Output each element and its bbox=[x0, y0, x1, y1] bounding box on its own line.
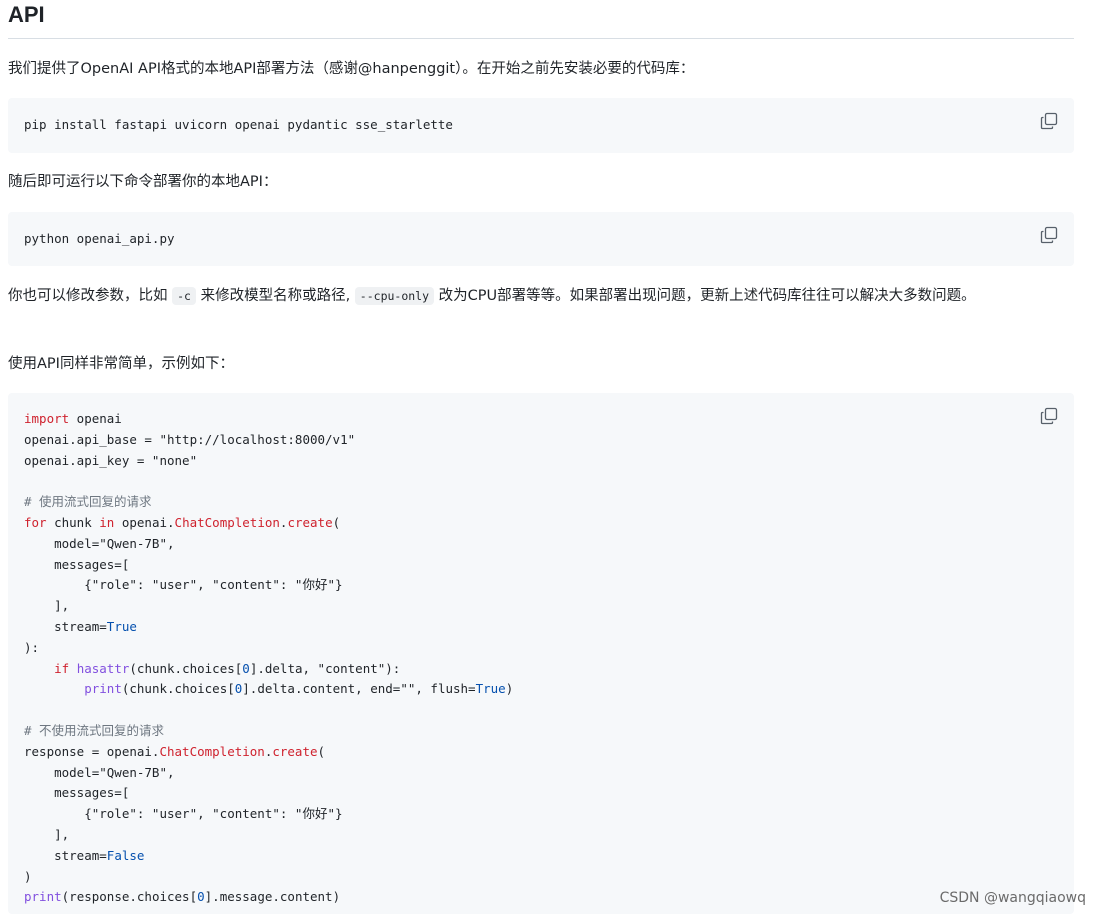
install-code-block: pip install fastapi uvicorn openai pydan… bbox=[8, 98, 1074, 153]
inline-code-cpu-only: --cpu-only bbox=[354, 287, 435, 305]
install-command: pip install fastapi uvicorn openai pydan… bbox=[24, 117, 453, 132]
copy-icon[interactable] bbox=[1040, 226, 1058, 244]
usage-code-block: import openai openai.api_base = "http://… bbox=[8, 393, 1074, 914]
inline-code-c: -c bbox=[172, 287, 196, 305]
run-command: python openai_api.py bbox=[24, 231, 175, 246]
run-code-block: python openai_api.py bbox=[8, 212, 1074, 266]
heading-divider bbox=[8, 38, 1074, 39]
csdn-watermark: CSDN @wangqiaowq bbox=[939, 890, 1086, 906]
modify-paragraph: 你也可以修改参数，比如 -c 来修改模型名称或路径, --cpu-only 改为… bbox=[8, 287, 976, 305]
run-paragraph: 随后即可运行以下命令部署你的本地API： bbox=[8, 174, 278, 190]
intro-paragraph: 我们提供了OpenAI API格式的本地API部署方法（感谢@hanpenggi… bbox=[8, 61, 695, 77]
section-heading: API bbox=[8, 2, 45, 27]
copy-icon[interactable] bbox=[1040, 407, 1058, 425]
copy-icon[interactable] bbox=[1040, 112, 1058, 130]
python-code: import openai openai.api_base = "http://… bbox=[24, 411, 514, 905]
usage-paragraph: 使用API同样非常简单，示例如下： bbox=[8, 356, 234, 372]
